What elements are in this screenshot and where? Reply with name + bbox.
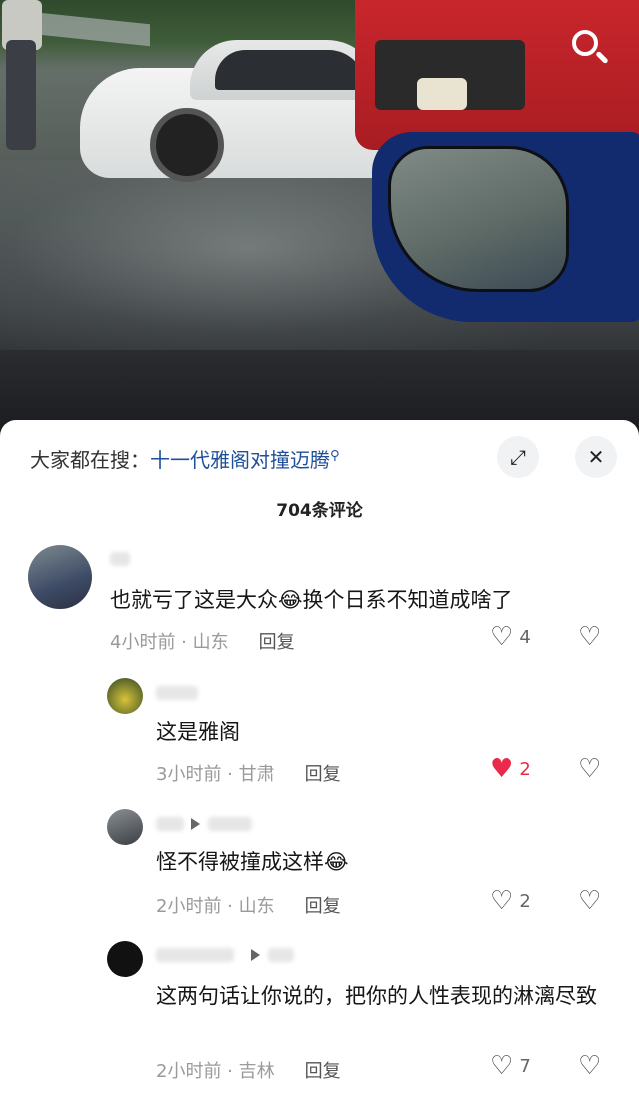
hot-search-link[interactable]: 十一代雅阁对撞迈腾 [150,448,330,472]
side-mirror [372,132,639,322]
comment-meta: 4小时前 · 山东 回复 [110,628,295,654]
reply-arrow-icon [251,949,260,961]
comment-time: 2小时前 · 吉林 [156,1061,275,1082]
heart-icon: ♡ [490,1051,514,1081]
close-button[interactable]: ✕ [575,436,617,478]
comment-time: 3小时前 · 甘肃 [156,764,275,785]
like-count: 2 [519,890,531,912]
like-button[interactable]: ♡ 4 [490,624,531,650]
heart-icon: ♡ [490,886,514,916]
comment-meta: 3小时前 · 甘肃 回复 [156,760,341,786]
comment-count: 704条评论 [276,501,363,521]
red-truck [355,0,639,150]
avatar[interactable] [28,545,92,609]
like-count: 4 [519,626,531,648]
like-button[interactable]: ♡ 7 [490,1053,531,1079]
like-count: 7 [519,1055,531,1077]
reply-button[interactable]: 回复 [305,1061,341,1082]
close-icon: ✕ [587,445,605,469]
username[interactable] [110,552,130,566]
avatar[interactable] [107,678,143,714]
post-photo [0,0,639,440]
comment-sheet: 大家都在搜：十一代雅阁对撞迈腾⚲ ⤢ ✕ 704条评论 也就亏了这是大众😂换个日… [0,420,639,1096]
reply-button[interactable]: 回复 [305,764,341,785]
dislike-icon[interactable]: ♡ [578,1053,601,1079]
avatar[interactable] [107,941,143,977]
username[interactable] [156,686,198,700]
comment-time: 4小时前 · 山东 [110,632,229,653]
dislike-icon[interactable]: ♡ [578,888,601,914]
comment-meta: 2小时前 · 吉林 回复 [156,1057,341,1083]
like-button[interactable]: ♥ 2 [490,756,531,782]
like-count: 2 [519,758,531,780]
comment-time: 2小时前 · 山东 [156,896,275,917]
username[interactable] [156,817,184,831]
dislike-icon[interactable]: ♡ [578,624,601,650]
comment-text: 怪不得被撞成这样😂 [156,850,349,874]
hot-search-prefix: 大家都在搜： [30,448,150,472]
reply-to-username[interactable] [268,948,294,962]
white-sedan [80,38,400,188]
reply-button[interactable]: 回复 [259,632,295,653]
comment-meta: 2小时前 · 山东 回复 [156,892,341,918]
heart-icon: ♥ [490,754,514,784]
comment-text: 也就亏了这是大众😂换个日系不知道成啥了 [110,588,513,612]
search-icon[interactable] [566,24,616,74]
reply-arrow-icon [191,818,200,830]
dislike-icon[interactable]: ♡ [578,756,601,782]
reply-button[interactable]: 回复 [305,896,341,917]
like-button[interactable]: ♡ 2 [490,888,531,914]
bystander [0,0,44,150]
expand-button[interactable]: ⤢ [497,436,539,478]
search-icon: ⚲ [330,448,340,464]
comment-text: 这两句话让你说的，把你的人性表现的淋漓尽致 [156,984,597,1008]
expand-icon: ⤢ [510,445,526,469]
heart-icon: ♡ [490,622,514,652]
hot-search: 大家都在搜：十一代雅阁对撞迈腾⚲ [30,444,340,473]
username[interactable] [156,948,234,962]
avatar[interactable] [107,809,143,845]
comment-text: 这是雅阁 [156,720,240,744]
reply-to-username[interactable] [208,817,252,831]
